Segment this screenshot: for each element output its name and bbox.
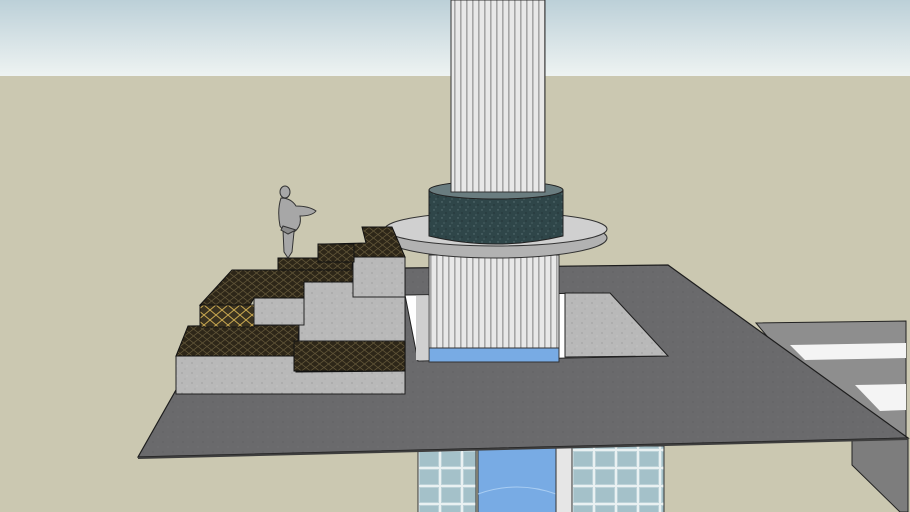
concrete-pillar xyxy=(555,445,573,512)
stair-step-1-riser xyxy=(293,340,406,372)
model-viewport[interactable] xyxy=(0,0,910,512)
stair-step-3-riser xyxy=(317,243,355,263)
glass-wall-left xyxy=(417,445,477,512)
basement-structure[interactable] xyxy=(417,445,665,512)
stair-step-2-front xyxy=(253,297,305,326)
water-shaft xyxy=(477,445,557,512)
glass-wall-right xyxy=(571,445,665,512)
column-lower[interactable] xyxy=(428,254,560,349)
stair-block-upper xyxy=(352,256,406,298)
scene-canvas[interactable] xyxy=(0,0,910,512)
opening-inner-left xyxy=(416,296,428,360)
walkway-stripe-1 xyxy=(790,343,906,360)
stair-accent-band xyxy=(199,304,255,328)
column-upper[interactable] xyxy=(450,0,546,193)
